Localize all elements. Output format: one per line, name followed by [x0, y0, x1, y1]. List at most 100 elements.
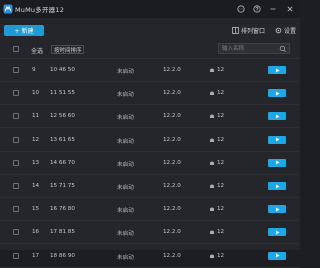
resolution-value: 12: [217, 183, 225, 189]
help-icon[interactable]: [252, 4, 262, 14]
row-checkbox[interactable]: [13, 183, 19, 189]
android-icon: [210, 207, 214, 212]
settings-button[interactable]: 设置: [275, 25, 296, 36]
resolution-value: 12: [217, 67, 225, 73]
select-all-checkbox[interactable]: [13, 46, 19, 52]
list-item[interactable]: 10 11 51 55 未启动 12.2.0 12: [0, 82, 300, 106]
app-title: MuMu多开器12: [15, 6, 65, 14]
instance-index: 16: [32, 229, 40, 236]
play-icon: [275, 91, 279, 96]
instance-name: 17 81 85: [50, 229, 75, 236]
instance-name: 10 46 50: [50, 67, 75, 73]
sort-dropdown[interactable]: 按时间排序: [51, 45, 84, 54]
android-icon: [210, 230, 214, 235]
resolution-value: 12: [217, 90, 225, 97]
start-button[interactable]: [268, 182, 286, 190]
instance-version: 12.2.0: [163, 113, 181, 120]
instance-version: 12.2.0: [163, 183, 181, 189]
start-button[interactable]: [268, 112, 286, 121]
row-checkbox[interactable]: [13, 159, 19, 166]
list-item[interactable]: 16 17 81 85 未启动 12.2.0 12: [0, 221, 300, 245]
start-button[interactable]: [268, 205, 286, 214]
instance-index: 12: [32, 136, 40, 143]
settings-label: 设置: [284, 28, 297, 35]
instance-status: 未启动: [117, 161, 134, 168]
row-checkbox[interactable]: [13, 113, 19, 120]
instance-resolution: 12: [209, 113, 224, 119]
row-checkbox[interactable]: [13, 252, 19, 259]
list-item[interactable]: 9 10 46 50 未启动 12.2.0 12: [0, 59, 300, 82]
resolution-value: 12: [217, 252, 225, 259]
resolution-value: 12: [217, 136, 225, 143]
instance-status: 未启动: [117, 254, 134, 261]
row-checkbox[interactable]: [13, 229, 19, 236]
list-item[interactable]: 12 13 61 65 未启动 12.2.0 12: [0, 129, 300, 152]
select-all-label: 全选: [31, 48, 44, 55]
instance-name: 16 76 80: [50, 206, 75, 213]
chat-icon[interactable]: [236, 4, 246, 14]
row-checkbox[interactable]: [13, 90, 19, 97]
instance-version: 12.2.0: [163, 159, 181, 166]
resolution-value: 12: [217, 159, 225, 166]
android-icon: [210, 184, 214, 188]
instance-index: 13: [32, 159, 40, 166]
instance-name: 12 56 60: [50, 113, 75, 120]
android-icon: [210, 68, 214, 72]
sort-label: 按时间排序: [54, 47, 82, 54]
row-checkbox[interactable]: [13, 136, 19, 143]
play-icon: [275, 114, 279, 119]
arrange-windows-button[interactable]: 排列窗口: [232, 25, 265, 36]
search-input[interactable]: [222, 44, 277, 53]
resolution-value: 12: [217, 206, 225, 213]
list-item[interactable]: 14 15 71 75 未启动 12.2.0 12: [0, 175, 300, 198]
play-icon: [275, 137, 279, 142]
instance-index: 15: [32, 206, 40, 213]
start-button[interactable]: [268, 66, 286, 74]
instance-name: 15 71 75: [50, 183, 75, 189]
instance-resolution: 12: [209, 253, 224, 259]
instance-version: 12.2.0: [163, 90, 181, 97]
play-icon: [275, 253, 279, 258]
instance-status: 未启动: [117, 69, 134, 75]
arrange-windows-label: 排列窗口: [241, 28, 266, 35]
android-icon: [210, 114, 214, 119]
start-button[interactable]: [268, 251, 286, 260]
start-button[interactable]: [268, 89, 286, 98]
list-item[interactable]: 17 18 86 90 未启动 12.2.0 12: [0, 245, 300, 268]
instance-version: 12.2.0: [163, 229, 181, 236]
instance-status: 未启动: [117, 208, 134, 215]
arrange-icon: [232, 27, 239, 34]
start-button[interactable]: [268, 228, 286, 237]
instance-version: 12.2.0: [163, 206, 181, 213]
resolution-value: 12: [217, 113, 225, 120]
list-item[interactable]: 15 16 76 80 未启动 12.2.0 12: [0, 198, 300, 222]
close-icon[interactable]: [285, 4, 295, 14]
android-icon: [210, 161, 214, 165]
list-item[interactable]: 13 14 66 70 未启动 12.2.0 12: [0, 152, 300, 175]
search-icon[interactable]: [279, 45, 287, 53]
android-icon: [210, 91, 214, 96]
minimize-icon[interactable]: [268, 4, 278, 14]
instance-resolution: 12: [209, 206, 224, 212]
instance-resolution: 12: [209, 137, 224, 143]
instance-resolution: 12: [209, 90, 224, 96]
instance-status: 未启动: [117, 138, 134, 145]
title-bar: MuMu多开器12: [0, 0, 300, 18]
instance-resolution: 12: [209, 229, 224, 235]
play-icon: [275, 160, 279, 165]
instance-resolution: 12: [209, 67, 224, 73]
instance-status: 未启动: [117, 231, 134, 238]
instance-index: 14: [32, 183, 40, 189]
play-icon: [275, 207, 279, 212]
row-checkbox[interactable]: [13, 67, 19, 73]
row-checkbox[interactable]: [13, 206, 19, 213]
list-item[interactable]: 11 12 56 60 未启动 12.2.0 12: [0, 105, 300, 129]
start-button[interactable]: [268, 135, 286, 144]
instance-index: 9: [32, 67, 36, 73]
gear-icon: [275, 27, 282, 34]
new-instance-button[interactable]: + 新建: [4, 25, 44, 36]
play-icon: [275, 230, 279, 235]
instance-status: 未启动: [117, 92, 134, 99]
instance-resolution: 12: [209, 183, 224, 189]
start-button[interactable]: [268, 158, 286, 167]
